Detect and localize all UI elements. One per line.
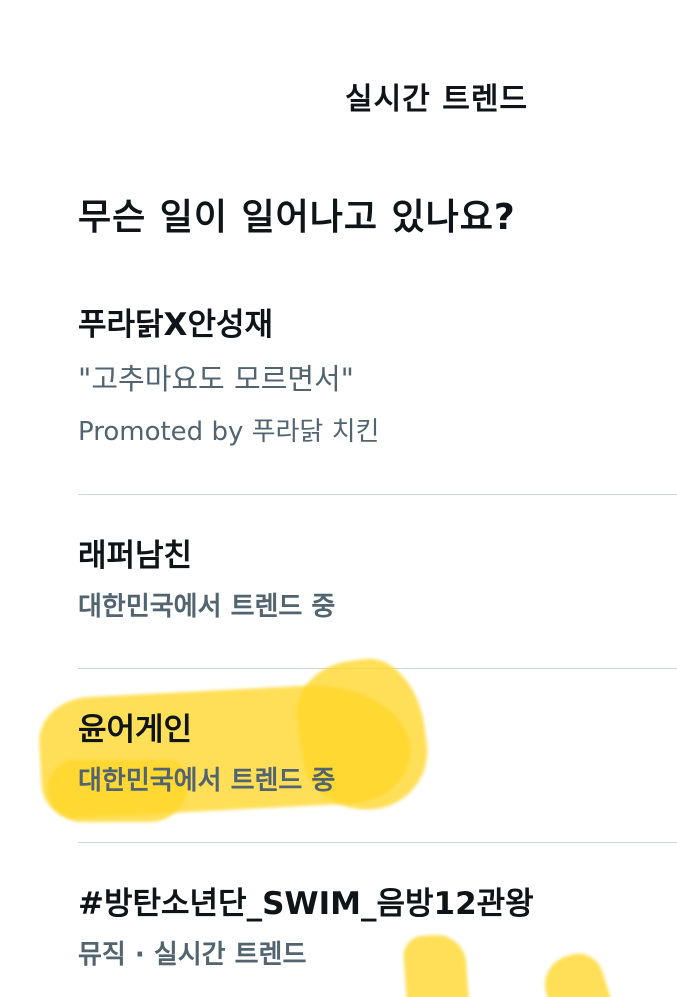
divider: [78, 842, 677, 843]
trend-meta: 뮤직 · 실시간 트렌드: [78, 940, 307, 970]
trend-item[interactable]: 래퍼남친 대한민국에서 트렌드 중: [78, 536, 677, 624]
trend-item-promoted[interactable]: 푸라닭X안성재 "고추마요도 모르면서" Promoted by 푸라닭 치킨: [78, 305, 677, 449]
trend-quote: "고추마요도 모르면서": [78, 362, 355, 396]
section-heading: 무슨 일이 일어나고 있나요?: [78, 197, 516, 238]
trend-title: 래퍼남친: [78, 538, 193, 574]
trend-title: 푸라닭X안성재: [78, 307, 274, 343]
trend-meta: 대한민국에서 트렌드 중: [78, 592, 336, 622]
trending-page: 실시간 트렌드 무슨 일이 일어나고 있나요? 푸라닭X안성재 "고추마요도 모…: [0, 0, 677, 997]
trend-title: 윤어게인: [78, 712, 193, 748]
trend-item[interactable]: #방탄소년단_SWIM_음방12관왕 뮤직 · 실시간 트렌드: [78, 884, 677, 972]
trend-title: #방탄소년단_SWIM_음방12관왕: [78, 886, 534, 922]
trend-meta: 대한민국에서 트렌드 중: [78, 766, 336, 796]
trend-promoted-label: Promoted by 푸라닭 치킨: [78, 417, 380, 447]
divider: [78, 494, 677, 495]
page-title: 실시간 트렌드: [344, 82, 529, 117]
